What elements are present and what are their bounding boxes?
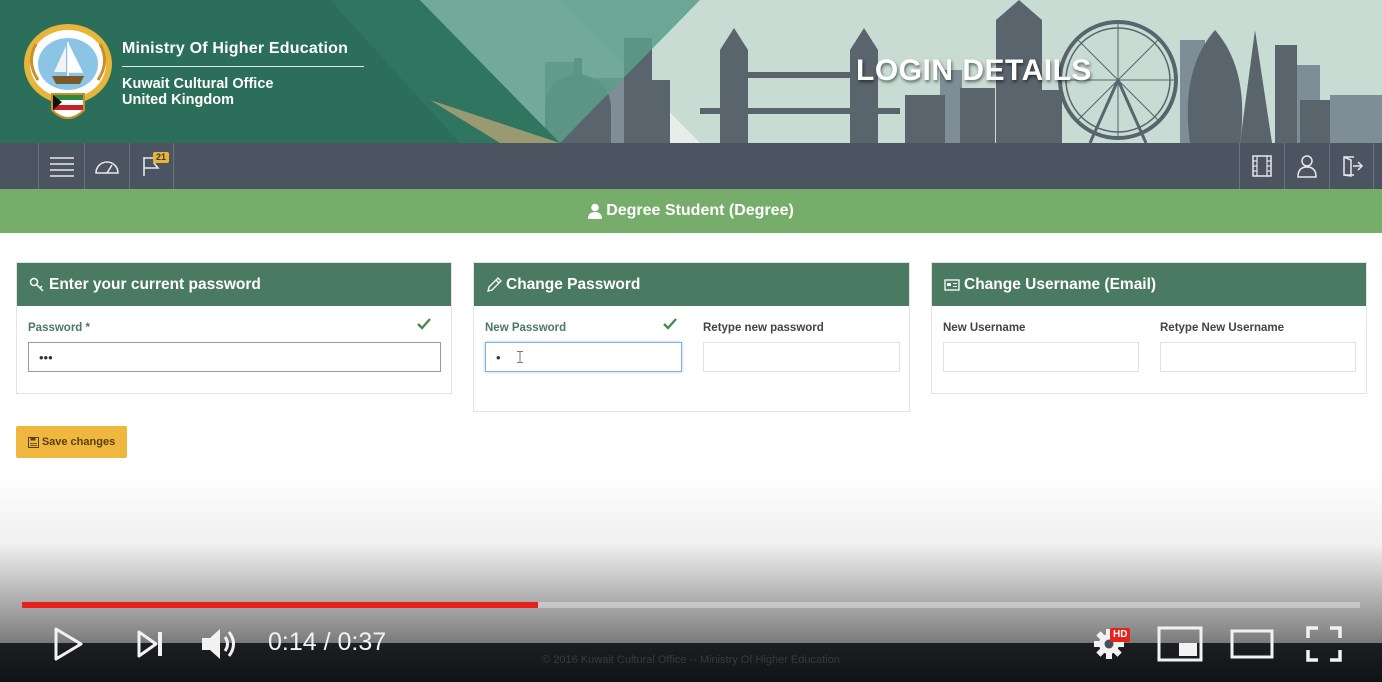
change-username-panel-header: Change Username (Email) [932, 263, 1366, 306]
pencil-icon [487, 276, 502, 292]
password-label: Password * [28, 322, 90, 334]
save-icon [27, 436, 39, 448]
id-card-icon [944, 278, 960, 291]
retype-username-input[interactable] [1160, 342, 1356, 372]
top-navbar: 21 [0, 143, 1382, 189]
header-divider [122, 66, 364, 67]
video-progress-played [22, 602, 539, 608]
change-password-panel-header: Change Password [474, 263, 909, 306]
checkmark-icon [417, 318, 431, 330]
save-changes-label: Save changes [41, 436, 116, 448]
theater-mode-icon [1230, 629, 1274, 659]
role-bar: Degree Student (Degree) [0, 189, 1382, 233]
current-password-panel-header: Enter your current password [17, 263, 451, 306]
page-title: LOGIN DETAILS [856, 54, 1092, 87]
retype-username-label: Retype New Username [1160, 322, 1284, 334]
skip-next-icon [137, 630, 162, 658]
logout-icon [1342, 156, 1363, 177]
panel-title: Change Password [506, 275, 641, 293]
menu-button[interactable] [38, 143, 84, 189]
new-password-label: New Password [485, 322, 567, 334]
save-changes-button[interactable]: Save changes [16, 426, 127, 458]
user-icon [1297, 155, 1317, 178]
change-username-panel: Change Username (Email) New Username Ret… [931, 262, 1367, 394]
page: Ministry Of Higher Education Kuwait Cult… [0, 0, 1382, 682]
dashboard-gauge-icon [95, 161, 119, 174]
play-button[interactable] [48, 624, 88, 664]
retype-password-label: Retype new password [703, 322, 824, 334]
hd-badge: HD [1110, 628, 1131, 642]
miniplayer-button[interactable] [1156, 624, 1204, 664]
panel-title: Change Username (Email) [964, 275, 1157, 293]
header-banner: Ministry Of Higher Education Kuwait Cult… [0, 0, 1382, 143]
theater-mode-button[interactable] [1228, 624, 1276, 664]
notification-count-badge: 21 [152, 152, 169, 163]
new-password-value: • [496, 349, 501, 365]
user-icon [588, 203, 603, 219]
new-password-input[interactable]: • [485, 342, 682, 372]
current-password-input[interactable]: ••• [28, 342, 441, 372]
kuwait-emblem-logo [24, 24, 112, 119]
notifications-button[interactable]: 21 [129, 143, 174, 189]
role-label: Degree Student (Degree) [606, 202, 794, 219]
org-subtitle-line1: Kuwait Cultural Office [122, 76, 274, 92]
skyline-graphic [0, 0, 1382, 143]
key-icon [29, 277, 44, 292]
fullscreen-button[interactable] [1302, 624, 1346, 664]
org-subtitle-line2: United Kingdom [122, 92, 234, 108]
volume-icon [202, 629, 235, 659]
volume-button[interactable] [198, 624, 242, 664]
fullscreen-icon [1306, 626, 1342, 662]
miniplayer-icon [1157, 626, 1203, 662]
play-icon [54, 627, 83, 661]
dashboard-button[interactable] [84, 143, 129, 189]
new-username-input[interactable] [943, 342, 1139, 372]
text-cursor-icon [516, 351, 523, 363]
org-title: Ministry Of Higher Education [122, 40, 349, 57]
video-progress-bar[interactable] [22, 602, 1360, 608]
video-time-display: 0:14 / 0:37 [268, 628, 387, 656]
logout-button[interactable] [1329, 143, 1374, 189]
panel-title: Enter your current password [49, 275, 261, 293]
retype-password-input[interactable] [703, 342, 900, 372]
change-password-panel: Change Password New Password • Retype ne… [473, 262, 910, 412]
next-button[interactable] [132, 626, 168, 662]
film-icon [1252, 155, 1272, 177]
new-username-label: New Username [943, 322, 1026, 334]
profile-button[interactable] [1284, 143, 1329, 189]
current-password-panel: Enter your current password Password * •… [16, 262, 452, 394]
menu-icon [49, 157, 74, 177]
checkmark-icon [663, 318, 677, 330]
media-button[interactable] [1239, 143, 1284, 189]
